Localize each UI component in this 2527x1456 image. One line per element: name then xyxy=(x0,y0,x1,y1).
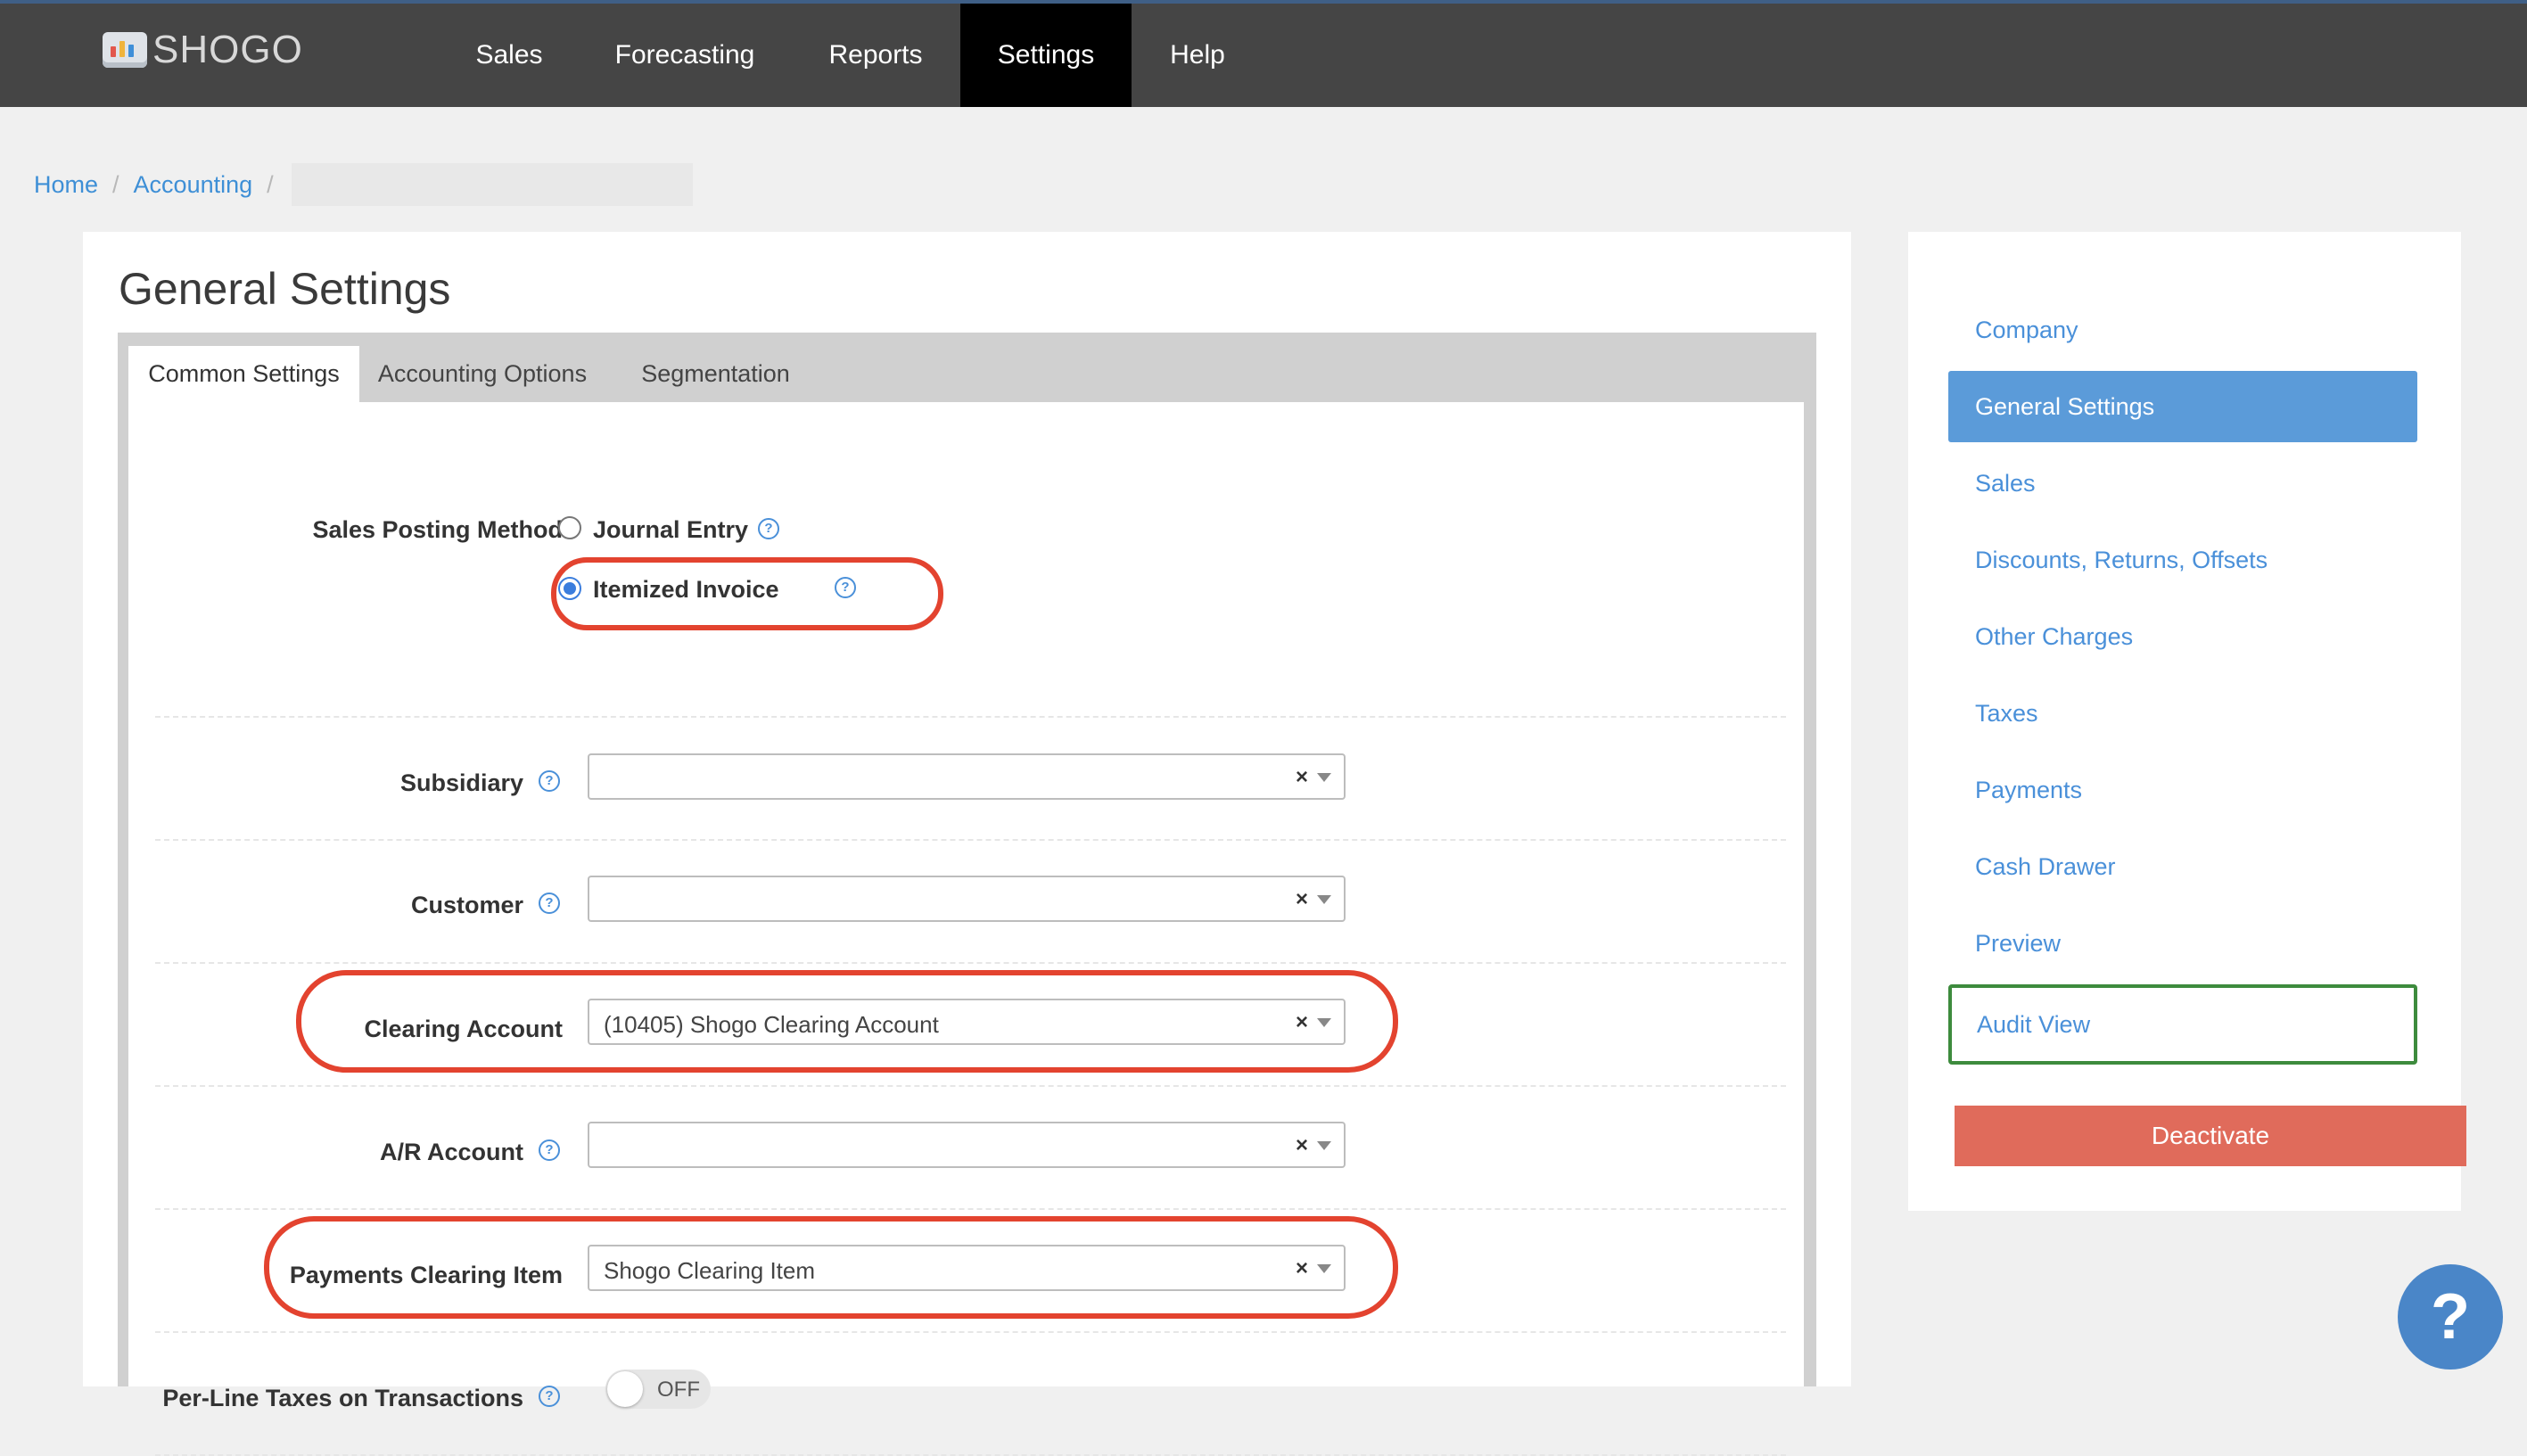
common-settings-form: Sales Posting Method Journal Entry ? Ite… xyxy=(128,402,1804,1456)
settings-panel: General Settings Common Settings Account… xyxy=(83,232,1851,1456)
row-divider xyxy=(155,1331,1786,1333)
row-divider xyxy=(155,1208,1786,1210)
tab-segmentation[interactable]: Segmentation xyxy=(611,346,820,402)
journal-entry-label[interactable]: Journal Entry xyxy=(593,516,748,544)
toggle-state-text: OFF xyxy=(657,1378,700,1402)
breadcrumb-redacted-current xyxy=(291,163,693,206)
row-divider xyxy=(155,962,1786,964)
tabs-container: Common Settings Accounting Options Segme… xyxy=(118,333,1816,1456)
sidebar-item-general-settings[interactable]: General Settings xyxy=(1948,371,2417,442)
ar-account-clear-icon[interactable]: × xyxy=(1296,1133,1308,1158)
row-divider xyxy=(155,839,1786,841)
per-line-taxes-label: Per-Line Taxes on Transactions xyxy=(162,1385,523,1411)
help-question-icon[interactable]: ? xyxy=(2398,1264,2503,1370)
ar-account-dropdown-arrow-icon[interactable] xyxy=(1317,1141,1331,1150)
customer-label: Customer xyxy=(410,892,523,918)
subsidiary-help-icon[interactable]: ? xyxy=(539,770,560,792)
row-divider xyxy=(155,1085,1786,1087)
row-divider xyxy=(155,716,1786,718)
breadcrumb-accounting[interactable]: Accounting xyxy=(134,171,253,199)
breadcrumb-separator: / xyxy=(112,170,119,198)
subsidiary-select[interactable]: × xyxy=(588,753,1346,800)
toggle-knob xyxy=(607,1371,643,1407)
per-line-taxes-help-icon[interactable]: ? xyxy=(539,1386,560,1407)
sidebar-item-company[interactable]: Company xyxy=(1948,294,2417,366)
deactivate-button[interactable]: Deactivate xyxy=(1955,1106,2466,1166)
sidebar-item-preview[interactable]: Preview xyxy=(1948,908,2417,979)
journal-entry-radio[interactable] xyxy=(558,516,581,539)
sidebar-item-discounts[interactable]: Discounts, Returns, Offsets xyxy=(1948,524,2417,596)
sidebar-item-other-charges[interactable]: Other Charges xyxy=(1948,601,2417,672)
customer-select[interactable]: × xyxy=(588,876,1346,922)
subsidiary-dropdown-arrow-icon[interactable] xyxy=(1317,773,1331,782)
sidebar-item-sales[interactable]: Sales xyxy=(1948,448,2417,519)
ar-account-label: A/R Account xyxy=(380,1139,523,1165)
customer-dropdown-arrow-icon[interactable] xyxy=(1317,895,1331,904)
nav-help[interactable]: Help xyxy=(1150,4,1245,107)
sales-posting-method-label: Sales Posting Method xyxy=(312,516,563,543)
sidebar-item-taxes[interactable]: Taxes xyxy=(1948,678,2417,749)
logo-text: SHOGO xyxy=(152,28,303,71)
logo-chart-icon xyxy=(103,32,147,68)
customer-clear-icon[interactable]: × xyxy=(1296,887,1308,912)
nav-forecasting[interactable]: Forecasting xyxy=(597,4,772,107)
settings-sidebar: Company General Settings Sales Discounts… xyxy=(1908,232,2461,1211)
clearing-account-highlight xyxy=(296,970,1398,1073)
ar-account-select[interactable]: × xyxy=(588,1122,1346,1168)
top-navbar: SHOGO Sales Forecasting Reports Settings… xyxy=(0,0,2527,107)
itemized-invoice-highlight xyxy=(551,557,943,630)
tab-accounting-options[interactable]: Accounting Options xyxy=(366,346,598,402)
sidebar-item-payments[interactable]: Payments xyxy=(1948,754,2417,826)
nav-settings[interactable]: Settings xyxy=(960,4,1132,107)
customer-help-icon[interactable]: ? xyxy=(539,893,560,914)
breadcrumb-separator: / xyxy=(267,170,274,198)
ar-account-help-icon[interactable]: ? xyxy=(539,1139,560,1161)
sidebar-item-cash-drawer[interactable]: Cash Drawer xyxy=(1948,831,2417,902)
tab-common-settings[interactable]: Common Settings xyxy=(128,346,359,402)
nav-sales[interactable]: Sales xyxy=(455,4,564,107)
payments-clearing-item-highlight xyxy=(264,1216,1398,1319)
subsidiary-clear-icon[interactable]: × xyxy=(1296,765,1308,790)
app-logo[interactable]: SHOGO xyxy=(103,25,303,75)
breadcrumb-home[interactable]: Home xyxy=(34,171,98,199)
page-title: General Settings xyxy=(119,264,451,314)
nav-reports[interactable]: Reports xyxy=(808,4,943,107)
per-line-taxes-toggle[interactable]: OFF xyxy=(605,1370,711,1409)
breadcrumb: Home / Accounting / xyxy=(34,163,693,206)
subsidiary-label: Subsidiary xyxy=(399,769,523,796)
sidebar-item-audit-view[interactable]: Audit View xyxy=(1948,984,2417,1065)
journal-entry-help-icon[interactable]: ? xyxy=(758,518,779,539)
